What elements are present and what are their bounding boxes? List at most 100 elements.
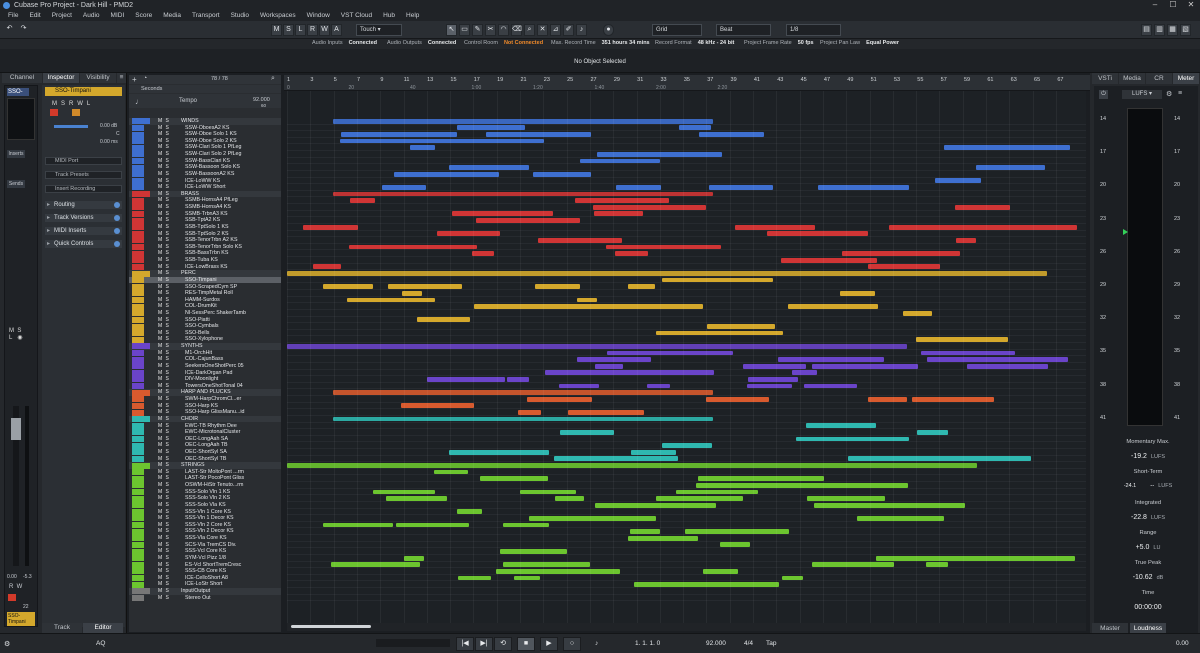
color-icon[interactable]: ● [603,24,614,36]
menu-transport[interactable]: Transport [192,12,220,19]
track-row[interactable]: M S COL-CajunBass [129,356,281,363]
mute-solo-buttons[interactable]: M S [158,469,174,476]
menu-project[interactable]: Project [52,12,72,19]
mode-button-l[interactable]: L [295,24,306,36]
mute-solo-buttons[interactable]: M S [158,363,174,370]
midi-part[interactable] [500,549,567,554]
midi-part[interactable] [662,443,712,448]
menu-audio[interactable]: Audio [83,12,100,19]
track-row[interactable]: M S SSB-TenorTrbn A2 KS [129,237,281,244]
midi-part[interactable] [912,396,994,402]
track-row[interactable]: M S SSB-TptA2 KS [129,217,281,224]
folder-track[interactable]: M S STRINGS [129,462,281,469]
channel-fader[interactable] [11,406,21,566]
track-row[interactable]: M S OEC-LongAah TB [129,442,281,449]
track-row[interactable]: M S LAST-Str PocoPont Gliss [129,475,281,482]
mute-solo-buttons[interactable]: M S [158,588,174,595]
track-row[interactable]: M S SSS-Vln 2 Decor KS [129,528,281,535]
midi-part[interactable] [560,429,583,435]
track-lane[interactable] [287,595,1086,602]
midi-part[interactable] [410,145,435,151]
midi-part[interactable] [699,132,764,137]
track-row[interactable]: M S ES-Vcl ShortTremCresc [129,562,281,569]
midi-part[interactable] [507,376,529,382]
channel-ms-buttons[interactable]: M SL ◉ [9,328,23,341]
mute-solo-buttons[interactable]: M S [158,436,174,443]
track-lane[interactable] [287,317,1086,324]
midi-part[interactable] [778,357,884,362]
mute-solo-buttons[interactable]: M S [158,535,174,542]
mute-solo-buttons[interactable]: M S [158,138,174,145]
menu-edit[interactable]: Edit [29,12,40,19]
minimize-icon[interactable]: – [1146,0,1164,10]
folder-track[interactable]: M S BRASS [129,190,281,198]
mute-solo-buttons[interactable]: M S [158,330,174,337]
zoom-tool-icon[interactable]: ⌕ [524,24,535,36]
midi-part[interactable] [449,449,549,455]
mute-solo-buttons[interactable]: M S [158,370,174,377]
mute-solo-buttons[interactable]: M S [158,489,174,496]
pencil-tool-icon[interactable]: ✎ [472,24,483,36]
track-row[interactable]: M S SSO-Xylophone [129,336,281,343]
midi-part[interactable] [545,370,616,376]
tap-button[interactable]: Tap [766,640,776,647]
erase-tool-icon[interactable]: ⌫ [511,24,522,36]
redo-icon[interactable]: ↷ [18,24,29,36]
midi-part[interactable] [788,304,878,309]
track-row[interactable]: M S SSB-TenorTrbn Solo KS [129,244,281,251]
midi-part[interactable] [458,575,491,581]
mute-solo-buttons[interactable]: M S [158,297,174,304]
track-lane[interactable] [287,158,1086,165]
midi-part[interactable] [363,297,435,303]
track-lane[interactable] [287,475,1086,483]
track-row[interactable]: M S SSW-OboesA2 KS [129,125,281,132]
midi-part[interactable] [520,489,576,495]
midi-part[interactable] [523,304,645,309]
undo-icon[interactable]: ↶ [4,24,15,36]
mute-solo-buttons[interactable]: M S [158,336,174,343]
mute-solo-buttons[interactable]: M S [158,509,174,516]
go-to-end-icon[interactable]: ▶| [475,637,493,651]
track-row[interactable]: M S SSS-Vln 2 Core KS [129,522,281,529]
track-lane[interactable] [287,429,1086,436]
midi-part[interactable] [735,224,815,230]
mute-solo-buttons[interactable]: M S [158,475,174,482]
menu-help[interactable]: Help [406,12,419,19]
track-lane[interactable] [287,197,1086,205]
menu-hub[interactable]: Hub [383,12,395,19]
layout-icon-1[interactable]: ▤ [1141,24,1152,36]
tempo-display[interactable]: 92.000 [706,640,726,647]
track-row[interactable]: M S LAST-Str MoltoPont ...rm [129,469,281,476]
menu-workspaces[interactable]: Workspaces [260,12,296,19]
mute-solo-buttons[interactable]: M S [158,257,174,264]
track-row[interactable]: M S SYM-Vcl Pizz 1/8 [129,555,281,562]
midi-part[interactable] [706,396,769,402]
tab-inspector[interactable]: Inspector [43,73,79,83]
mute-solo-buttons[interactable]: M S [158,237,174,244]
mute-solo-buttons[interactable]: M S [158,284,174,291]
midi-part[interactable] [474,304,533,309]
tab-cr[interactable]: CR [1146,73,1172,84]
midi-part[interactable] [457,125,525,131]
folder-track[interactable]: M S PERC [129,270,281,277]
folder-track[interactable]: M S Input/Output [129,588,281,595]
folder-track[interactable]: M S SYNTHS [129,343,281,350]
menu-midi[interactable]: MIDI [111,12,125,19]
mute-solo-buttons[interactable]: M S [158,515,174,522]
folder-track[interactable]: M S CHOIR [129,415,281,423]
track-lane[interactable] [287,409,1086,416]
mute-solo-buttons[interactable]: M S [158,555,174,562]
midi-part[interactable] [868,396,907,402]
track-row[interactable]: M S OSWM-HiStr Tenuto...rm [129,482,281,489]
horizontal-scrollbar[interactable] [287,623,1086,631]
mute-solo-buttons[interactable]: M S [158,310,174,317]
inspector-record-icon[interactable] [50,109,58,116]
track-presets-select[interactable]: Track Presets [45,171,122,179]
track-lane[interactable] [287,542,1086,549]
menu-file[interactable]: File [8,12,18,19]
layout-icon-4[interactable]: ▧ [1180,24,1191,36]
mute-solo-buttons[interactable]: M S [158,151,174,158]
midi-part[interactable] [781,257,877,263]
midi-part[interactable] [503,522,549,528]
mute-solo-buttons[interactable]: M S [158,442,174,449]
